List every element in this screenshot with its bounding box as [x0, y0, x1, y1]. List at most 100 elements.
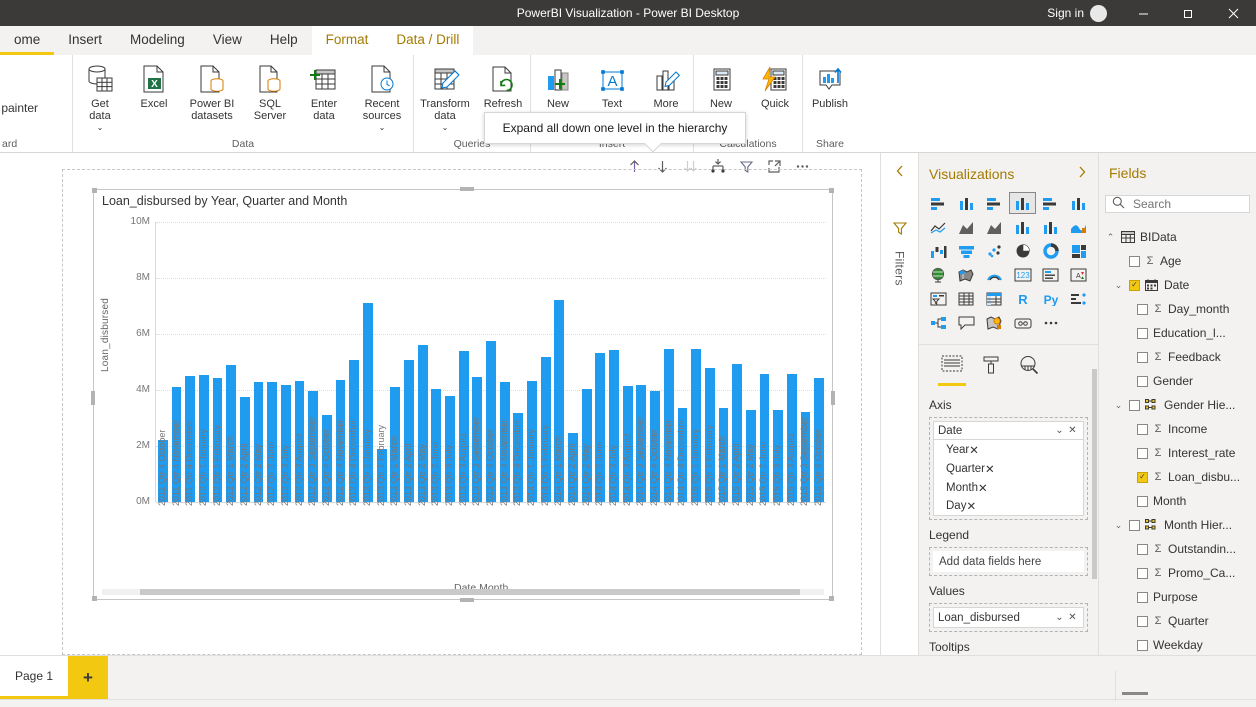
enter-data-button[interactable]: Enter data: [297, 59, 351, 122]
remove-field-icon[interactable]: ✕: [969, 443, 979, 457]
field-row-month-hier[interactable]: ⌄ Month Hier...: [1099, 513, 1256, 537]
field-checkbox[interactable]: [1137, 639, 1148, 651]
clustered-bar-chart-icon[interactable]: [981, 192, 1007, 214]
excel-button[interactable]: X Excel: [127, 59, 181, 110]
format-paint-roller-tab-icon[interactable]: [981, 355, 1001, 386]
ribbon-tab-format[interactable]: Format: [311, 26, 383, 55]
field-checkbox[interactable]: [1129, 279, 1140, 291]
remove-field-icon[interactable]: ✕: [978, 481, 988, 495]
area-chart-icon[interactable]: [953, 216, 979, 238]
get-data-button[interactable]: Get data ⌄: [73, 59, 127, 134]
chevron-down-icon[interactable]: ⌄: [1113, 400, 1124, 411]
field-row-outstandin[interactable]: Σ Outstandin...: [1099, 537, 1256, 561]
field-row-feedback[interactable]: Σ Feedback: [1099, 345, 1256, 369]
chevron-down-icon[interactable]: ⌄: [1053, 612, 1066, 623]
well-field-year[interactable]: Year ✕: [933, 440, 1084, 459]
more-visuals-icon[interactable]: [1038, 312, 1064, 334]
well-field-month[interactable]: Month ✕: [933, 478, 1084, 497]
slicer-icon[interactable]: [925, 288, 951, 310]
ribbon-tab-insert[interactable]: Insert: [54, 26, 116, 55]
r-script-visual-icon[interactable]: R: [1009, 288, 1035, 310]
sign-in-button[interactable]: Sign in: [1041, 6, 1090, 20]
analytics-magnifier-tab-icon[interactable]: [1019, 355, 1039, 386]
field-checkbox[interactable]: [1137, 303, 1148, 315]
visualizations-pane-scrollbar[interactable]: [1092, 369, 1097, 579]
clustered-column-chart-visual[interactable]: Loan_disbursed by Year, Quarter and Mont…: [91, 187, 835, 602]
field-row-purpose[interactable]: Purpose: [1099, 585, 1256, 609]
chevron-down-icon[interactable]: ⌄: [1113, 280, 1124, 291]
copy-button[interactable]: py: [0, 75, 72, 97]
publish-button[interactable]: Publish: [803, 59, 857, 110]
chevron-down-icon[interactable]: ⌄: [1113, 520, 1124, 531]
text-box-button[interactable]: A Text: [585, 59, 639, 110]
fields-tree[interactable]: ⌃ BIData Σ Age ⌄ Date Σ Day_month Education_l…: [1099, 225, 1256, 657]
field-checkbox[interactable]: [1137, 471, 1148, 483]
page-minimap-indicator[interactable]: [1122, 692, 1148, 695]
field-checkbox[interactable]: [1137, 423, 1148, 435]
field-checkbox[interactable]: [1137, 351, 1148, 363]
well-values[interactable]: Loan_disbursed ⌄ ✕: [929, 603, 1088, 632]
chevron-right-icon[interactable]: [1076, 165, 1088, 182]
chevron-down-icon[interactable]: ⌄: [97, 122, 104, 134]
clustered-column-chart-icon[interactable]: [1009, 192, 1036, 214]
q-and-a-icon[interactable]: [953, 312, 979, 334]
remove-field-icon[interactable]: ✕: [966, 499, 976, 513]
paginated-report-icon[interactable]: [981, 312, 1007, 334]
page-tab-page-1[interactable]: Page 1: [0, 656, 68, 699]
field-row-day-month[interactable]: Σ Day_month: [1099, 297, 1256, 321]
ribbon-tab-data-drill[interactable]: Data / Drill: [382, 26, 474, 55]
kpi-icon[interactable]: A: [1066, 264, 1092, 286]
field-row-weekday[interactable]: Weekday: [1099, 633, 1256, 657]
field-checkbox[interactable]: [1129, 255, 1140, 267]
new-visual-button[interactable]: New: [531, 59, 585, 110]
sql-server-button[interactable]: SQL Server: [243, 59, 297, 122]
field-checkbox[interactable]: [1137, 591, 1148, 603]
chevron-left-icon[interactable]: [893, 163, 907, 182]
remove-field-icon[interactable]: ✕: [985, 462, 995, 476]
100-stacked-bar-chart-icon[interactable]: [1038, 192, 1064, 214]
field-row-promo-ca[interactable]: Σ Promo_Ca...: [1099, 561, 1256, 585]
line-stacked-column-chart-icon[interactable]: [1009, 216, 1035, 238]
field-row-loan-disbu[interactable]: Σ Loan_disbu...: [1099, 465, 1256, 489]
decomposition-tree-icon[interactable]: [925, 312, 951, 334]
account-avatar-icon[interactable]: [1090, 4, 1107, 22]
format-painter-button[interactable]: mat painter: [0, 97, 72, 119]
chevron-down-icon[interactable]: ⌄: [442, 122, 449, 134]
map-icon[interactable]: [925, 264, 951, 286]
smart-narrative-icon[interactable]: [1009, 312, 1035, 334]
quick-measure-button[interactable]: Quick: [748, 59, 802, 110]
scatter-chart-icon[interactable]: [981, 240, 1007, 262]
field-row-month[interactable]: Month: [1099, 489, 1256, 513]
fields-tab-icon[interactable]: [938, 355, 966, 386]
transform-data-button[interactable]: Transform data ⌄: [414, 59, 476, 134]
field-checkbox[interactable]: [1129, 399, 1140, 411]
well-field-loan-disbursed[interactable]: Loan_disbursed ⌄ ✕: [933, 607, 1084, 628]
field-row-gender-hie[interactable]: ⌄ Gender Hie...: [1099, 393, 1256, 417]
field-checkbox[interactable]: [1137, 543, 1148, 555]
minimize-icon[interactable]: [1121, 0, 1166, 26]
field-row-income[interactable]: Σ Income: [1099, 417, 1256, 441]
table-icon[interactable]: [953, 288, 979, 310]
field-row-gender[interactable]: Gender: [1099, 369, 1256, 393]
field-row-bidata[interactable]: ⌃ BIData: [1099, 225, 1256, 249]
funnel-chart-icon[interactable]: [953, 240, 979, 262]
field-row-date[interactable]: ⌄ Date: [1099, 273, 1256, 297]
stacked-column-chart-icon[interactable]: [953, 192, 979, 214]
field-row-age[interactable]: Σ Age: [1099, 249, 1256, 273]
chart-scrollbar-thumb[interactable]: [140, 589, 800, 595]
field-checkbox[interactable]: [1137, 327, 1148, 339]
fields-search-box[interactable]: [1105, 195, 1250, 213]
refresh-button[interactable]: Refresh: [476, 59, 530, 110]
multi-row-card-icon[interactable]: [1038, 264, 1064, 286]
field-row-quarter[interactable]: Σ Quarter: [1099, 609, 1256, 633]
field-checkbox[interactable]: [1137, 495, 1148, 507]
well-field-day[interactable]: Day ✕: [933, 497, 1084, 516]
well-axis[interactable]: Date ⌄ ✕ Year ✕ Quarter ✕ Month ✕ Day ✕: [929, 417, 1088, 520]
arcgis-map-icon[interactable]: [981, 264, 1007, 286]
waterfall-chart-icon[interactable]: [925, 240, 951, 262]
well-field-date[interactable]: Date ⌄ ✕: [933, 421, 1084, 440]
filters-pane-collapsed[interactable]: Filters: [880, 153, 918, 655]
card-icon[interactable]: 123: [1009, 264, 1035, 286]
filled-map-icon[interactable]: [953, 264, 979, 286]
field-checkbox[interactable]: [1129, 519, 1140, 531]
